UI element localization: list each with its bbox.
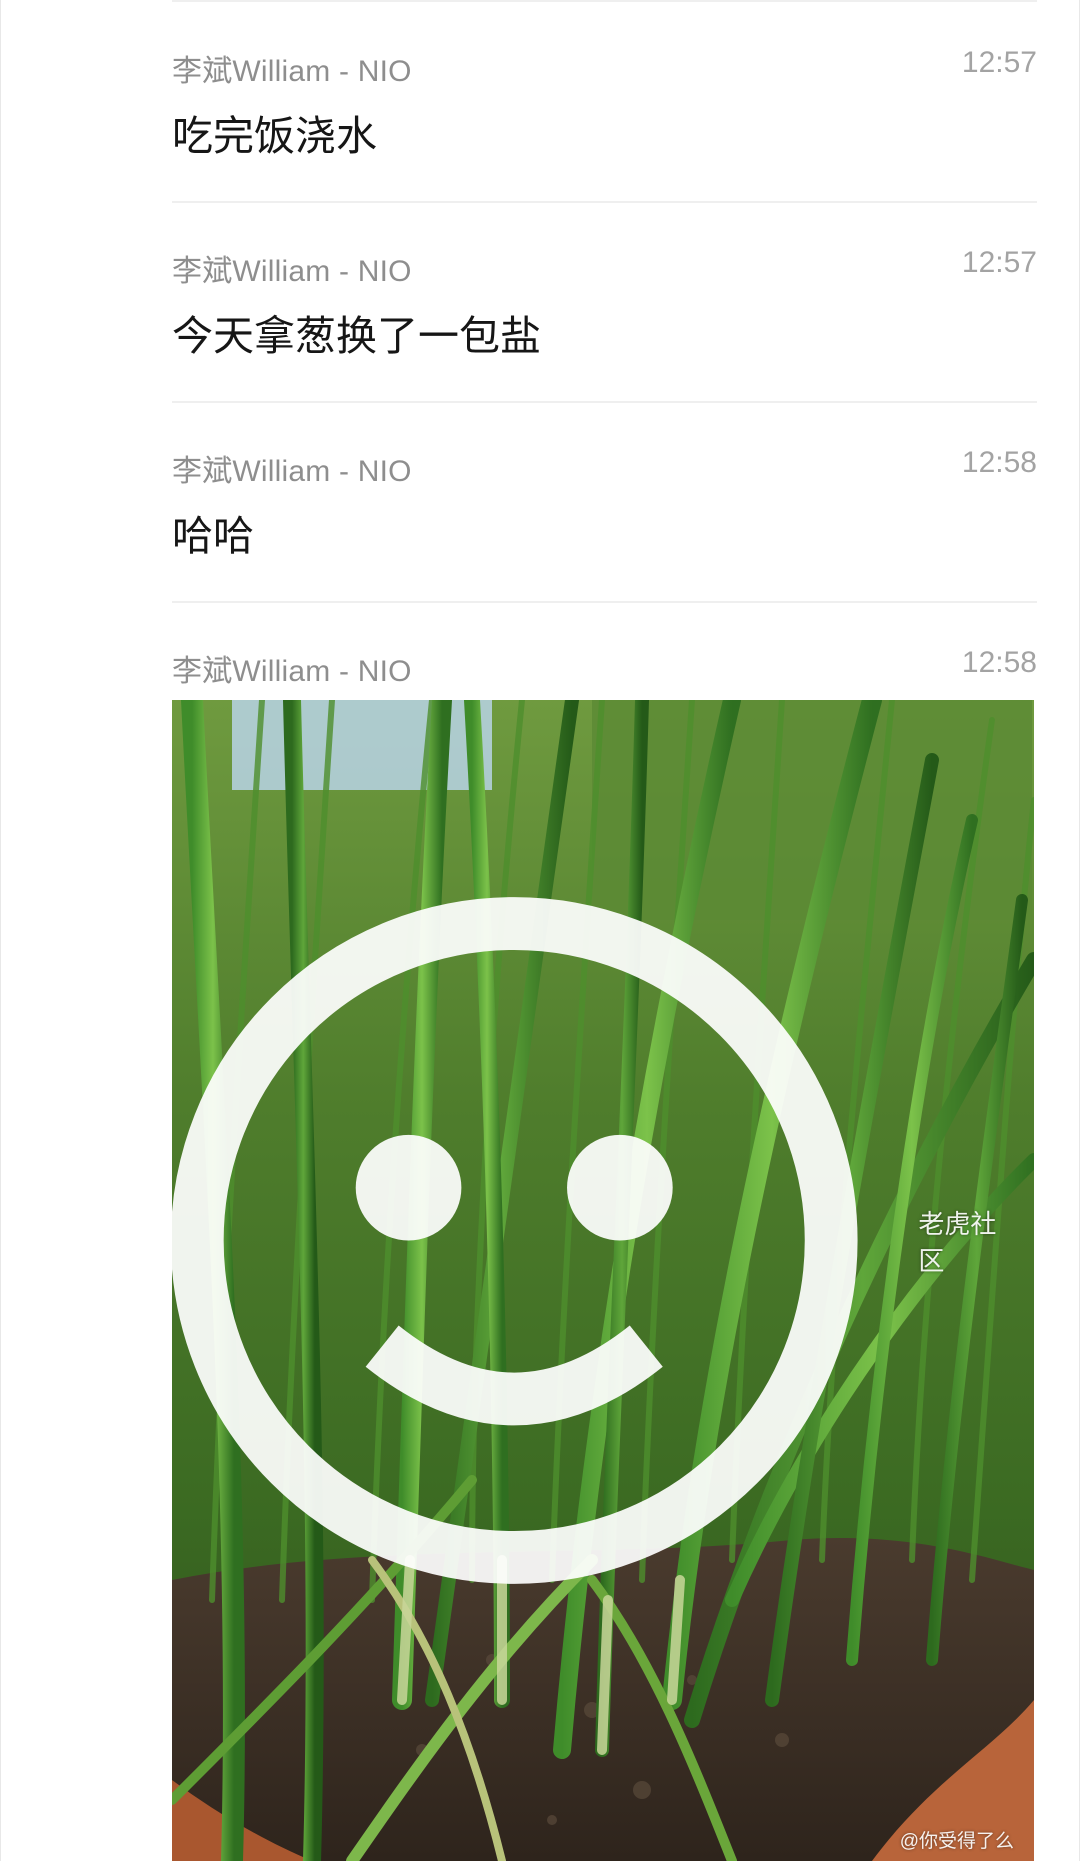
message-time: 12:58 <box>961 446 1037 479</box>
message-text: 吃完饭浇水 <box>172 112 377 160</box>
message-sender: 李斌William - NIO <box>172 455 412 488</box>
message-sender: 李斌William - NIO <box>172 55 412 88</box>
divider <box>172 0 1037 2</box>
message-item[interactable]: 李斌William - NIO 12:57 吃完饭浇水 <box>172 46 1037 160</box>
divider <box>172 601 1037 603</box>
divider <box>172 401 1037 403</box>
left-edge <box>0 0 1 1861</box>
message-text: 哈哈 <box>172 512 254 560</box>
message-item[interactable]: 李斌William - NIO 12:58 哈哈 <box>172 446 1037 560</box>
message-sender: 李斌William - NIO <box>172 255 412 288</box>
green-onions-photo[interactable]: 老虎社区 @你受得了么 <box>172 700 1034 1861</box>
tiger-logo-icon <box>172 897 858 1584</box>
message-time: 12:58 <box>961 646 1037 679</box>
message-time: 12:57 <box>961 46 1037 79</box>
message-item[interactable]: 李斌William - NIO 12:58 <box>172 646 1037 696</box>
watermark: 老虎社区 <box>172 700 1014 1821</box>
divider <box>172 201 1037 203</box>
message-time: 12:57 <box>961 246 1037 279</box>
message-sender: 李斌William - NIO <box>172 655 412 688</box>
message-text: 今天拿葱换了一包盐 <box>172 312 541 360</box>
watermark-brand: 老虎社区 <box>918 1208 997 1276</box>
message-item[interactable]: 李斌William - NIO 12:57 今天拿葱换了一包盐 <box>172 246 1037 360</box>
chat-history-page: 李斌William - NIO 12:57 吃完饭浇水 李斌William - … <box>0 0 1080 1861</box>
watermark-user: @你受得了么 <box>899 1831 1014 1852</box>
